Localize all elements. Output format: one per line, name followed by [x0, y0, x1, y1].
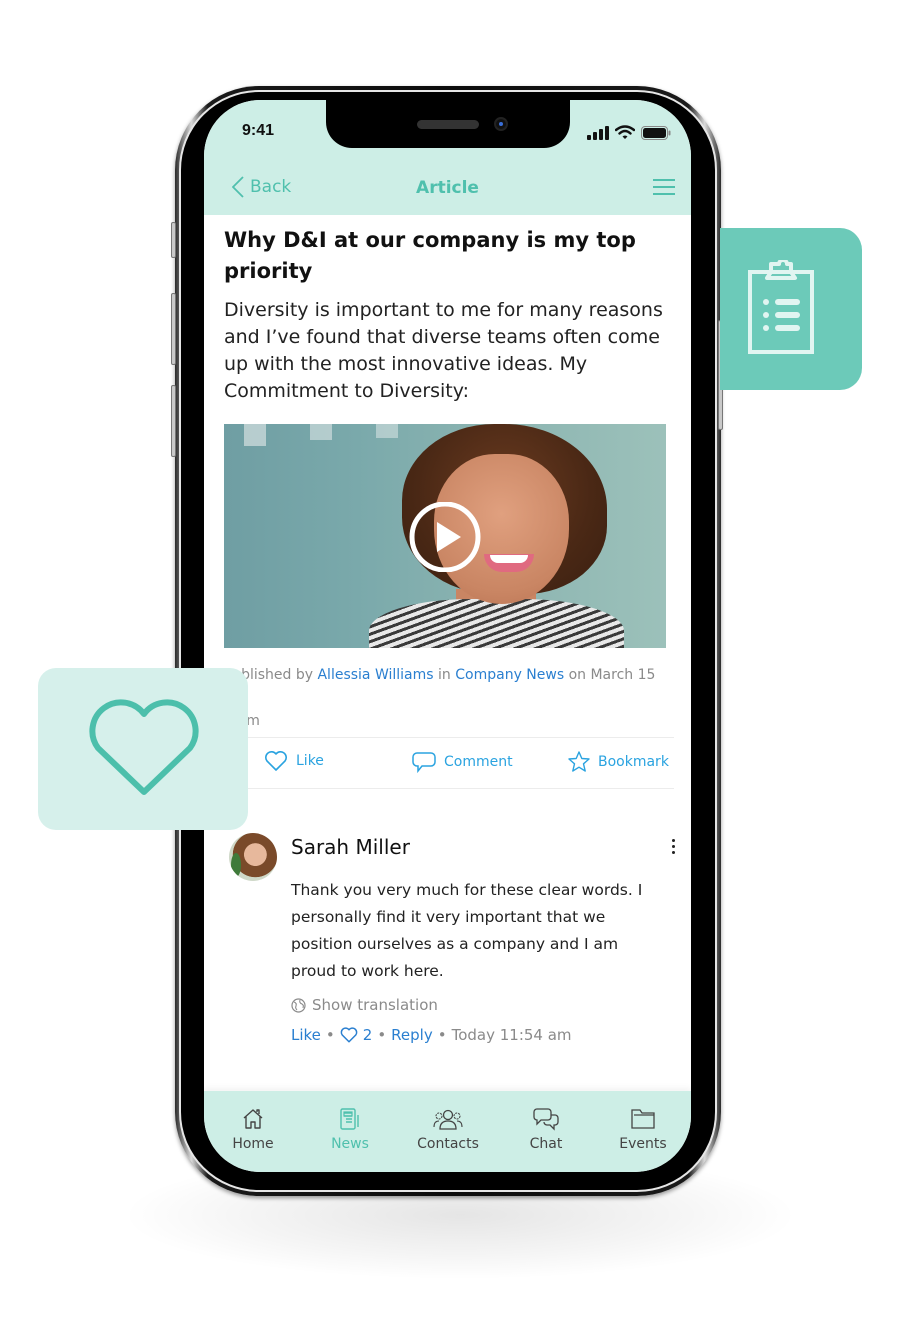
tab-home-label: Home: [232, 1136, 274, 1152]
star-icon: [568, 751, 590, 772]
separator: •: [377, 1026, 387, 1044]
front-camera: [494, 117, 508, 131]
like-button[interactable]: Like: [264, 751, 324, 771]
more-options-button[interactable]: [668, 839, 678, 859]
hamburger-icon: [653, 179, 675, 195]
tab-contacts-label: Contacts: [417, 1136, 479, 1152]
separator: •: [325, 1026, 335, 1044]
heart-icon: [265, 751, 287, 771]
folder-icon: [631, 1109, 655, 1129]
tab-events[interactable]: Events: [598, 1107, 688, 1152]
comment-label: Comment: [444, 754, 513, 770]
article-actions: Like Comment Bookmark: [224, 737, 674, 789]
tab-chat[interactable]: Chat: [501, 1107, 591, 1152]
article-meta: Published by Allessia Williams in Compan…: [224, 664, 664, 733]
separator: •: [437, 1026, 447, 1044]
menu-button[interactable]: [653, 179, 675, 199]
show-translation-link[interactable]: Show translation: [291, 996, 438, 1014]
tab-news[interactable]: News: [305, 1107, 395, 1152]
more-dot: [671, 851, 675, 854]
article-content: Why D&I at our company is my top priorit…: [224, 225, 674, 405]
wifi-icon: [615, 125, 635, 139]
tab-contacts[interactable]: Contacts: [403, 1107, 493, 1152]
more-dot: [671, 845, 675, 848]
article-title: Why D&I at our company is my top priorit…: [224, 228, 636, 283]
tab-events-label: Events: [619, 1136, 667, 1152]
volume-up-button: [171, 293, 176, 365]
tab-home[interactable]: Home: [208, 1107, 298, 1152]
comment-button[interactable]: Comment: [412, 751, 513, 773]
status-icons: [587, 125, 671, 140]
like-count: 2: [362, 1026, 373, 1044]
article-body: Diversity is important to me for many re…: [224, 299, 663, 402]
heart-icon: [340, 1027, 358, 1043]
author-link[interactable]: Allessia Williams: [317, 667, 433, 683]
status-time: 9:41: [242, 122, 275, 139]
signal-icon: [587, 125, 609, 140]
contacts-icon: [433, 1109, 463, 1130]
avatar[interactable]: [229, 833, 277, 881]
bookmark-button[interactable]: Bookmark: [568, 751, 669, 772]
translate-label: Show translation: [312, 996, 438, 1014]
like-label: Like: [296, 753, 324, 769]
clipboard-card: [720, 228, 862, 390]
bookmark-label: Bookmark: [598, 753, 669, 770]
tab-news-label: News: [331, 1136, 369, 1152]
play-icon[interactable]: [406, 502, 484, 572]
article-video[interactable]: [224, 424, 666, 648]
background-window: [244, 424, 266, 446]
globe-icon: [291, 997, 306, 1013]
comment-author[interactable]: Sarah Miller: [291, 835, 410, 859]
comment-timestamp: Today 11:54 am: [451, 1026, 572, 1044]
tab-chat-label: Chat: [529, 1136, 563, 1152]
category-link[interactable]: Company News: [455, 667, 564, 683]
heart-icon: [89, 699, 199, 795]
meta-in: in: [438, 667, 451, 683]
background-window: [376, 424, 398, 438]
page-title: Article: [416, 178, 479, 198]
comment-footer: Like • 2 • Reply • Today 11:54 am: [291, 1026, 572, 1044]
comment-icon: [412, 752, 436, 773]
clipboard-icon: [748, 260, 814, 354]
news-icon: [340, 1108, 359, 1130]
mute-switch: [171, 222, 176, 258]
header: 9:41 Back Article: [204, 100, 691, 215]
battery-icon: [641, 125, 671, 140]
video-subject-jacket: [369, 599, 624, 648]
comment-text: Thank you very much for these clear word…: [291, 881, 643, 980]
background-window: [310, 424, 332, 440]
home-icon: [243, 1109, 263, 1129]
notch: [326, 100, 570, 148]
volume-down-button: [171, 385, 176, 457]
heart-card: [38, 668, 248, 830]
chat-icon: [533, 1108, 559, 1131]
more-dot: [671, 839, 675, 842]
reply-link[interactable]: Reply: [391, 1026, 433, 1044]
speaker-grille: [417, 120, 479, 129]
comment-like-link[interactable]: Like: [291, 1026, 321, 1044]
phone-screen: 9:41 Back Article Why D&I at our company…: [204, 100, 691, 1172]
video-subject-teeth: [490, 555, 528, 563]
tab-bar: Home News Contacts Chat Events: [204, 1091, 691, 1172]
